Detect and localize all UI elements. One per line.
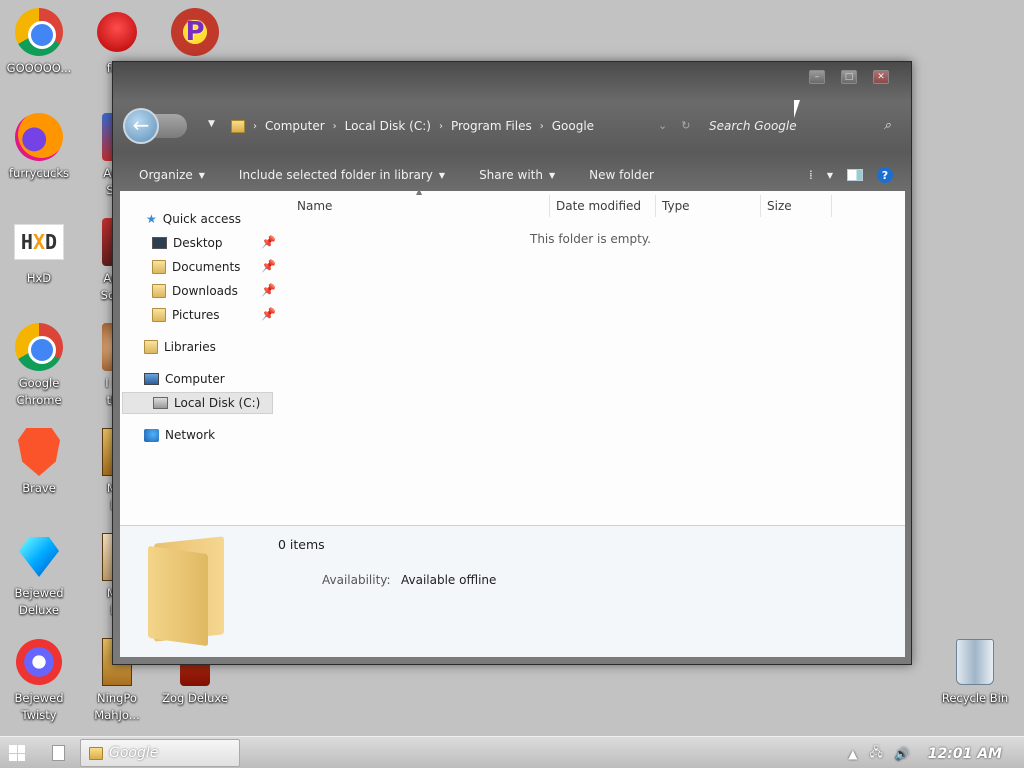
desktop-icon-brave[interactable]: Brave	[0, 426, 78, 497]
recycle-bin-icon	[956, 639, 994, 685]
availability-label: Availability:	[322, 573, 391, 587]
organize-button[interactable]: Organize ▼	[119, 168, 219, 182]
brave-icon	[18, 428, 60, 476]
folder-icon	[89, 746, 103, 760]
view-options-icon[interactable]: ⁞	[809, 168, 813, 182]
help-icon[interactable]: ?	[877, 167, 893, 183]
share-with-button[interactable]: Share with ▼	[459, 168, 569, 182]
address-bar[interactable]: › Computer › Local Disk (C:) › Program F…	[231, 116, 594, 136]
desktop-icon-furrycucks[interactable]: furrycucks	[0, 111, 78, 182]
desktop-icon-goooooo[interactable]: GOOOOO...	[0, 6, 78, 77]
breadcrumb-computer[interactable]: Computer	[265, 119, 325, 133]
network-icon	[144, 428, 159, 442]
command-bar: Organize ▼ Include selected folder in lib…	[119, 162, 905, 188]
breadcrumb-program-files[interactable]: Program Files	[451, 119, 532, 133]
documents-folder-icon	[152, 260, 166, 274]
desktop-icon-bejewed-deluxe[interactable]: Bejewed Deluxe	[0, 531, 78, 619]
nav-quick-access[interactable]: ★ Quick access	[146, 209, 241, 229]
breadcrumb-local-disk[interactable]: Local Disk (C:)	[345, 119, 431, 133]
show-hidden-icons-icon[interactable]: ▲	[848, 747, 857, 761]
desktop-icon-p-game[interactable]: P	[156, 6, 234, 60]
pictures-folder-icon	[152, 308, 166, 322]
preview-pane-icon[interactable]	[847, 169, 863, 181]
caret-down-icon: ▼	[198, 170, 205, 180]
maximize-button[interactable]: □	[841, 70, 857, 84]
hxd-icon: HXD	[14, 224, 64, 260]
availability-value: Available offline	[401, 573, 497, 587]
system-tray: ▲ 🖧 🔊 12:01 AM	[848, 743, 1018, 764]
desktop-icon-bejewed-twisty[interactable]: Bejewed Twisty	[0, 636, 78, 724]
taskbar: Google ▲ 🖧 🔊 12:01 AM	[0, 736, 1024, 768]
pin-icon[interactable]: 📌	[261, 259, 276, 273]
gem-twist-icon	[16, 639, 62, 685]
close-button[interactable]: ✕	[873, 70, 889, 84]
chrome-icon	[15, 8, 63, 56]
nav-downloads[interactable]: Downloads	[152, 281, 238, 301]
pin-icon[interactable]: 📌	[261, 307, 276, 321]
folder-icon	[148, 532, 230, 647]
nav-documents[interactable]: Documents	[152, 257, 240, 277]
column-header-date-modified[interactable]: Date modified	[551, 195, 656, 217]
desktop-icon-hxd[interactable]: HXD HxD	[0, 216, 78, 287]
explorer-window[interactable]: – □ ✕ ← ▼ › Computer › Local Disk (C:) ›…	[112, 61, 912, 665]
chevron-right-icon[interactable]: ›	[540, 121, 544, 132]
libraries-icon	[144, 340, 158, 354]
drive-icon	[153, 397, 168, 409]
network-status-icon[interactable]: 🖧	[869, 743, 882, 764]
taskbar-button-google[interactable]: Google	[80, 739, 240, 767]
column-header-size[interactable]: Size	[762, 195, 832, 217]
address-dropdown-icon[interactable]: ⌄	[658, 119, 667, 132]
p-badge-icon: P	[171, 8, 219, 56]
new-folder-button[interactable]: New folder	[569, 168, 668, 182]
minimize-button[interactable]: –	[809, 70, 825, 84]
nav-pictures[interactable]: Pictures	[152, 305, 220, 325]
chevron-right-icon[interactable]: ›	[439, 121, 443, 132]
include-in-library-button[interactable]: Include selected folder in library ▼	[219, 168, 459, 182]
recent-locations-dropdown[interactable]: ▼	[208, 119, 215, 129]
nav-network[interactable]: Network	[144, 425, 215, 445]
desktop-icon-recycle-bin[interactable]: Recycle Bin	[936, 636, 1014, 707]
chrome-icon	[15, 323, 63, 371]
furry-icon	[97, 12, 137, 52]
search-input[interactable]: Search Google ⌕	[707, 114, 901, 138]
view-dropdown-icon[interactable]: ▼	[827, 171, 833, 180]
item-count: 0 items	[278, 537, 325, 552]
column-header-name[interactable]: Name	[292, 195, 550, 217]
chevron-right-icon[interactable]: ›	[253, 121, 257, 132]
firefox-icon	[15, 113, 63, 161]
clock[interactable]: 12:01 AM	[928, 746, 1002, 762]
volume-icon[interactable]: 🔊	[895, 747, 910, 761]
column-header-type[interactable]: Type	[657, 195, 761, 217]
empty-folder-message: This folder is empty.	[530, 232, 651, 246]
pin-icon[interactable]: 📌	[261, 283, 276, 297]
breadcrumb-google[interactable]: Google	[552, 119, 594, 133]
desktop-icon-google-chrome[interactable]: Google Chrome	[0, 321, 78, 409]
chevron-right-icon[interactable]: ›	[333, 121, 337, 132]
search-icon[interactable]: ⌕	[884, 118, 891, 133]
nav-local-disk[interactable]: Local Disk (C:)	[122, 392, 273, 414]
details-pane: 0 items Availability: Available offline	[120, 525, 905, 657]
computer-icon	[144, 373, 159, 385]
start-button[interactable]	[9, 745, 25, 761]
caret-down-icon: ▼	[438, 170, 446, 180]
mouse-pointer-icon	[794, 100, 800, 118]
content-area: ★ Quick access Desktop 📌 Documents 📌 Dow…	[120, 187, 905, 657]
folder-icon	[231, 119, 245, 133]
refresh-icon[interactable]: ↻	[681, 119, 690, 132]
nav-libraries[interactable]: Libraries	[144, 337, 216, 357]
back-arrow-icon: ←	[132, 113, 150, 137]
gem-icon	[19, 537, 59, 577]
caret-down-icon: ▼	[548, 170, 556, 180]
file-icon[interactable]	[52, 745, 65, 761]
nav-computer[interactable]: Computer	[144, 369, 225, 389]
downloads-folder-icon	[152, 284, 166, 298]
back-button[interactable]: ←	[123, 108, 159, 144]
star-icon: ★	[146, 212, 157, 226]
